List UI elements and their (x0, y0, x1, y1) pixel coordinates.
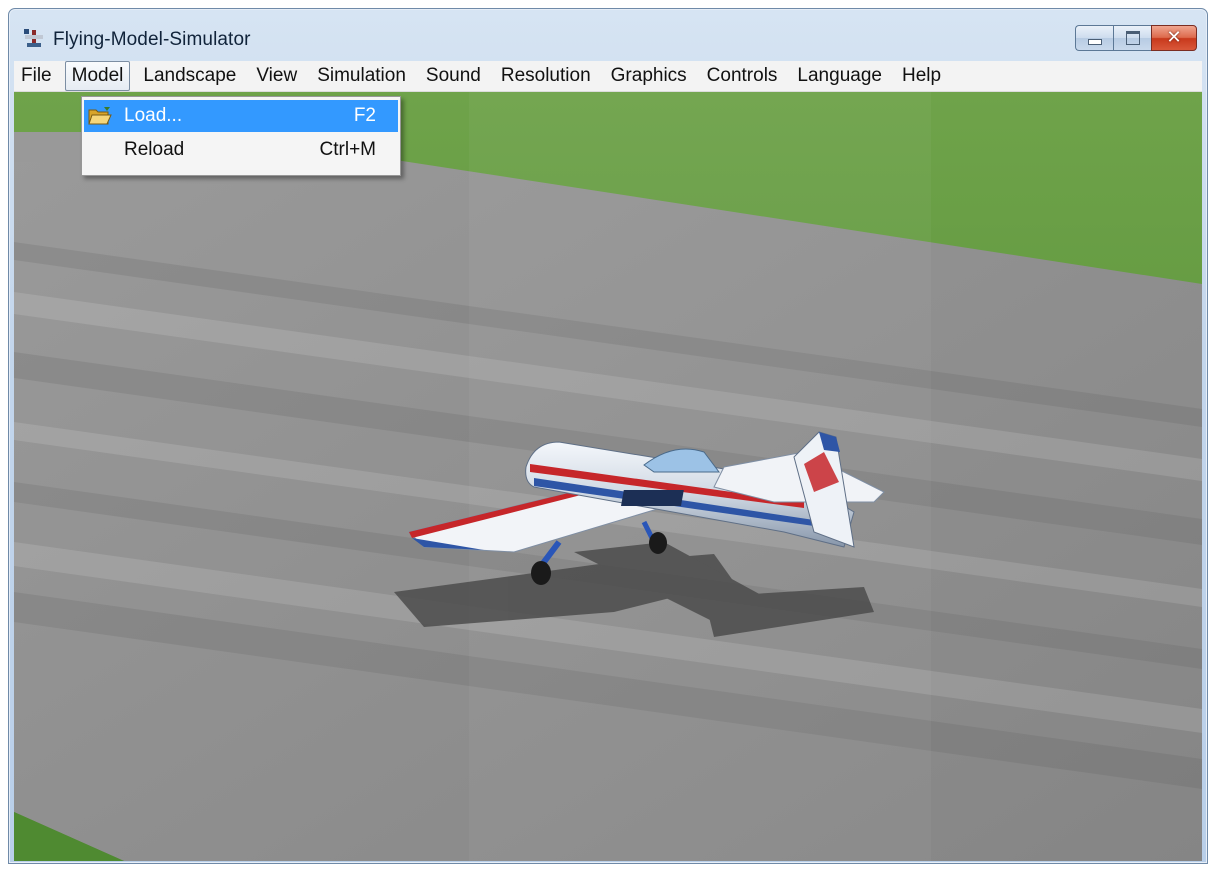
minimize-icon (1087, 39, 1102, 45)
window-title: Flying-Model-Simulator (53, 29, 251, 50)
menu-view[interactable]: View (249, 61, 304, 91)
plane-app-icon (24, 29, 43, 47)
menu-resolution[interactable]: Resolution (494, 61, 598, 91)
menu-item-reload-shortcut: Ctrl+M (319, 139, 376, 160)
close-icon: ✕ (1166, 27, 1182, 48)
close-button[interactable]: ✕ (1151, 25, 1197, 51)
menu-bar: File Model Landscape View Simulation Sou… (14, 61, 1202, 92)
title-bar[interactable]: Flying-Model-Simulator ✕ (9, 9, 1207, 59)
menu-simulation[interactable]: Simulation (310, 61, 413, 91)
menu-controls[interactable]: Controls (700, 61, 785, 91)
menu-item-load[interactable]: Load... F2 (84, 100, 398, 132)
open-folder-icon (88, 107, 112, 125)
menu-model[interactable]: Model (64, 61, 131, 91)
menu-item-reload-label: Reload (124, 139, 185, 160)
minimize-button[interactable] (1075, 25, 1113, 51)
model-menu-dropdown: Load... F2 Reload Ctrl+M (81, 96, 401, 176)
menu-file[interactable]: File (14, 61, 59, 91)
caption-buttons: ✕ (1075, 25, 1197, 51)
3d-scene (14, 92, 1202, 861)
maximize-button[interactable] (1113, 25, 1151, 51)
menu-item-load-label: Load... (124, 105, 183, 126)
menu-sound[interactable]: Sound (419, 61, 488, 91)
menu-language[interactable]: Language (790, 61, 889, 91)
simulation-viewport[interactable] (14, 92, 1202, 861)
menu-item-reload[interactable]: Reload Ctrl+M (84, 134, 398, 166)
menu-landscape[interactable]: Landscape (136, 61, 243, 91)
menu-item-load-shortcut: F2 (353, 105, 376, 126)
maximize-icon (1125, 31, 1140, 45)
menu-graphics[interactable]: Graphics (604, 61, 694, 91)
menu-help[interactable]: Help (895, 61, 948, 91)
